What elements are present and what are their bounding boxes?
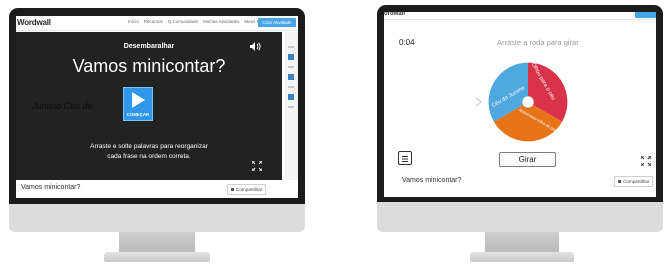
footer-title: Vamos minicontar? — [402, 177, 462, 184]
timer: 0:04 — [399, 38, 415, 47]
create-activity-button[interactable] — [635, 12, 656, 18]
sidebar-line — [288, 66, 294, 68]
instructions: Arraste e solte palavras para reorganiza… — [16, 142, 282, 161]
nav-link-inicio[interactable]: Início — [128, 19, 139, 24]
menu-icon[interactable] — [398, 151, 412, 165]
nav-link-recursos[interactable]: Recursos — [144, 19, 163, 24]
fullscreen-icon[interactable] — [251, 158, 263, 176]
left-screen: Wordwall Início Recursos Q Comunidade Mi… — [16, 16, 298, 198]
share-button-label: Compartilhar — [623, 179, 650, 184]
right-monitor-stand — [485, 232, 559, 254]
lock-icon — [231, 188, 234, 191]
nav-link-comunidade[interactable]: Q Comunidade — [168, 19, 198, 24]
nav-links: Início Recursos Q Comunidade Minhas Ativ… — [128, 19, 279, 24]
top-navbar: Wordwall Início Recursos Q Comunidade Mi… — [16, 16, 298, 31]
sidebar-line — [288, 86, 294, 88]
activity-stage: Desembaralhar Vamos minicontar? Jumino C… — [16, 32, 282, 180]
sidebar-line — [288, 46, 294, 48]
fullscreen-icon[interactable] — [640, 153, 652, 171]
share-button[interactable]: Compartilhar — [614, 176, 654, 187]
wordwall-logo[interactable]: Wordwall — [17, 18, 51, 27]
share-button[interactable]: Compartilhar — [227, 184, 267, 195]
right-monitor-chin — [377, 202, 663, 232]
instruction-line-2: cada frase na ordem correta. — [107, 152, 191, 160]
spin-button[interactable]: Girar — [499, 152, 556, 167]
right-monitor-base — [470, 252, 574, 262]
wordwall-logo[interactable]: ordwall — [384, 12, 405, 17]
sidebar-option-icon[interactable] — [288, 94, 294, 100]
left-monitor-stand — [119, 232, 195, 254]
share-button-label: Compartilhar — [236, 187, 263, 192]
spin-prompt: Arraste a roda para girar — [497, 38, 579, 47]
instruction-line-1: Arraste e solte palavras para reorganiza… — [90, 143, 208, 150]
start-button[interactable]: COMEÇAR — [123, 87, 153, 121]
scrambled-words: Jumino Céu de — [32, 101, 93, 111]
lock-icon — [618, 180, 621, 183]
spin-wheel[interactable]: Olhou para o céu Atravessou trilha de pe… — [474, 52, 576, 157]
footer-title: Vamos minicontar? — [21, 184, 81, 191]
nav-link-minhas-atividades[interactable]: Minhas Atividades — [203, 19, 239, 24]
sidebar-option-icon[interactable] — [288, 54, 294, 60]
right-sidebar — [285, 32, 298, 180]
right-screen: ordwall 0:04 Arraste a roda para girar O… — [384, 12, 656, 197]
top-navbar: ordwall — [384, 12, 656, 20]
activity-type-label: Desembaralhar — [123, 43, 175, 50]
sidebar-option-icon[interactable] — [288, 74, 294, 80]
wheel-pointer-icon — [474, 95, 482, 109]
left-monitor-chin — [9, 204, 305, 232]
activity-title: Vamos minicontar? — [72, 56, 226, 76]
create-activity-button[interactable]: Criar Atividade — [258, 18, 296, 27]
play-icon — [132, 92, 145, 108]
start-button-label: COMEÇAR — [126, 112, 150, 117]
speaker-icon[interactable] — [250, 38, 261, 56]
activity-footer: Vamos minicontar? Compartilhar — [16, 182, 298, 195]
sidebar-line — [288, 106, 294, 108]
activity-footer: Vamos minicontar? Compartilhar — [384, 176, 656, 188]
left-monitor-base — [104, 252, 210, 262]
